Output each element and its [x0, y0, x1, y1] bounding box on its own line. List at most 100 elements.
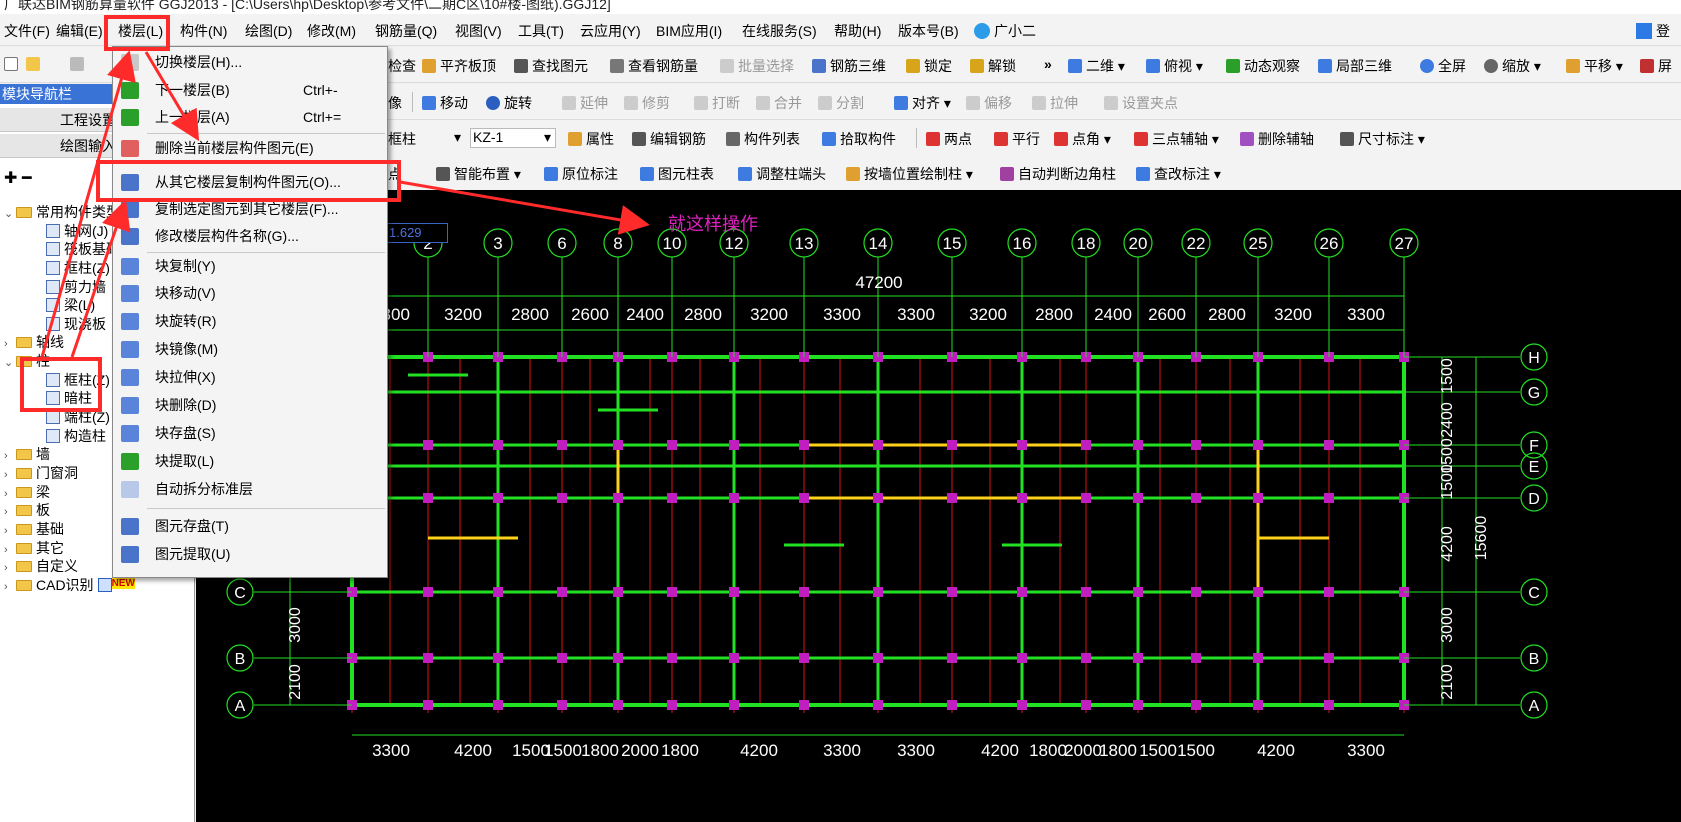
collapse-icon[interactable]: ⌄: [4, 356, 14, 369]
tree-item[interactable]: › CAD识别 NEW: [4, 575, 135, 595]
menu-assistant[interactable]: 广小二: [974, 21, 1036, 41]
adjust-column-end-button[interactable]: 调整柱端头: [738, 164, 826, 184]
tree-item[interactable]: › 板: [4, 500, 50, 520]
menu-item-block-delete[interactable]: 块删除(D): [113, 392, 387, 419]
tree-item[interactable]: › 墙: [4, 444, 50, 464]
menu-item-delete-floor-elements[interactable]: 删除当前楼层构件图元(E): [113, 135, 387, 162]
delete-aux-axis-button[interactable]: 删除辅轴: [1240, 129, 1314, 149]
nav-project-settings[interactable]: 工程设置: [0, 108, 118, 132]
break-button[interactable]: 打断: [694, 93, 740, 113]
lock-button[interactable]: 锁定: [906, 56, 952, 76]
set-grip-button[interactable]: 设置夹点: [1104, 93, 1178, 113]
menu-item-block-move[interactable]: 块移动(V): [113, 280, 387, 307]
zoom-select[interactable]: 缩放 ▾: [1484, 56, 1541, 76]
check-button[interactable]: 检查: [388, 56, 416, 76]
check-label-select[interactable]: 查改标注 ▾: [1136, 164, 1221, 184]
menu-item-rename-floor-component[interactable]: 修改楼层构件名称(G)...: [113, 223, 387, 250]
menu-item-block-copy[interactable]: 块复制(Y): [113, 253, 387, 280]
pick-component-button[interactable]: 拾取构件: [822, 129, 896, 149]
menu-rebar-qty[interactable]: 钢筋量(Q): [375, 21, 437, 41]
properties-button[interactable]: 属性: [568, 129, 614, 149]
menu-online[interactable]: 在线服务(S): [742, 21, 817, 41]
tree-item[interactable]: › 门窗洞: [4, 463, 78, 483]
expand-icon[interactable]: ›: [4, 450, 14, 462]
menu-tools[interactable]: 工具(T): [518, 21, 564, 41]
menu-cloud[interactable]: 云应用(Y): [580, 21, 641, 41]
orbit-button[interactable]: 动态观察: [1226, 56, 1300, 76]
menu-bim[interactable]: BIM应用(I): [656, 21, 722, 41]
move-button[interactable]: 移动: [422, 93, 468, 113]
expand-icon[interactable]: ›: [4, 581, 14, 593]
find-element-button[interactable]: 查找图元: [514, 56, 588, 76]
align-select[interactable]: 对齐 ▾: [894, 93, 951, 113]
floor-plan-drawing[interactable]: 2 3 6 8 10 12 13 14 15 16 18 20 22 25 26 27472003300 320…: [196, 190, 1681, 822]
login-button[interactable]: 登: [1636, 21, 1670, 41]
component-name-select[interactable]: KZ-1 ▾: [470, 128, 556, 148]
edit-rebar-button[interactable]: 编辑钢筋: [632, 129, 706, 149]
view-mode-2d-select[interactable]: 二维 ▾: [1068, 56, 1125, 76]
menu-item-block-extract[interactable]: 块提取(L): [113, 448, 387, 475]
menu-help[interactable]: 帮助(H): [834, 21, 881, 41]
menu-component[interactable]: 构件(N): [180, 21, 227, 41]
tree-item[interactable]: 梁(L): [46, 295, 95, 315]
tree-item[interactable]: 筏板基础: [46, 239, 120, 259]
menu-item-next-floor[interactable]: 下一楼层(B) Ctrl+-: [113, 77, 387, 104]
expand-icon[interactable]: ›: [4, 338, 14, 350]
view-rebar-qty-button[interactable]: 查看钢筋量: [610, 56, 698, 76]
tree-item[interactable]: 剪力墙: [46, 277, 106, 297]
mirror-button[interactable]: 像: [388, 93, 402, 113]
menu-edit[interactable]: 编辑(E): [56, 21, 103, 41]
batch-select-button[interactable]: 批量选择: [720, 56, 794, 76]
menu-modify[interactable]: 修改(M): [307, 21, 356, 41]
merge-button[interactable]: 合并: [756, 93, 802, 113]
tree-item[interactable]: 框柱(Z): [46, 258, 110, 278]
three-point-axis-select[interactable]: 三点辅轴 ▾: [1134, 129, 1219, 149]
menu-item-element-extract[interactable]: 图元提取(U): [113, 541, 387, 568]
collapse-icon[interactable]: ⌄: [4, 207, 14, 220]
trim-button[interactable]: 修剪: [624, 93, 670, 113]
rotate-button[interactable]: 旋转: [486, 93, 532, 113]
column-table-button[interactable]: 图元柱表: [640, 164, 714, 184]
expand-icon[interactable]: ›: [4, 525, 14, 537]
menu-item-block-rotate[interactable]: 块旋转(R): [113, 308, 387, 335]
smart-layout-select[interactable]: 智能布置 ▾: [436, 164, 521, 184]
save-icon[interactable]: [70, 56, 88, 72]
menu-item-block-stretch[interactable]: 块拉伸(X): [113, 364, 387, 391]
tree-item[interactable]: › 轴线: [4, 332, 64, 352]
new-file-icon[interactable]: [4, 56, 22, 72]
tree-item[interactable]: › 梁: [4, 482, 50, 502]
pan-select[interactable]: 平移 ▾: [1566, 56, 1623, 76]
top-view-select[interactable]: 俯视 ▾: [1146, 56, 1203, 76]
local-3d-button[interactable]: 局部三维: [1318, 56, 1392, 76]
parallel-button[interactable]: 平行: [994, 129, 1040, 149]
in-place-label-button[interactable]: 原位标注: [544, 164, 618, 184]
tree-item[interactable]: 构造柱: [46, 426, 106, 446]
point-angle-select[interactable]: 点角 ▾: [1054, 129, 1111, 149]
fullscreen-button[interactable]: 全屏: [1420, 56, 1466, 76]
tree-item[interactable]: 现浇板: [46, 314, 106, 334]
menu-item-block-mirror[interactable]: 块镜像(M): [113, 336, 387, 363]
tree-item[interactable]: › 其它: [4, 538, 64, 558]
menu-item-block-save[interactable]: 块存盘(S): [113, 420, 387, 447]
tree-item[interactable]: 轴网(J): [46, 221, 108, 241]
menu-view[interactable]: 视图(V): [455, 21, 502, 41]
expand-icon[interactable]: ›: [4, 488, 14, 500]
menu-file[interactable]: 文件(F): [4, 21, 50, 41]
component-list-button[interactable]: 构件列表: [726, 129, 800, 149]
toolbar-overflow-icon[interactable]: »: [1044, 56, 1052, 72]
drawing-canvas[interactable]: 2 3 6 8 10 12 13 14 15 16 18 20 22 25 26 27 47200 3300 320…: [196, 190, 1681, 822]
expand-icon[interactable]: ›: [4, 562, 14, 574]
auto-corner-column-button[interactable]: 自动判断边角柱: [1000, 164, 1116, 184]
tree-item[interactable]: ⌄ 常用构件类型: [4, 202, 120, 222]
component-type-select[interactable]: 框柱 ▾: [388, 129, 461, 149]
nav-drawing-input[interactable]: 绘图输入: [0, 134, 118, 158]
screen-button[interactable]: 屏: [1640, 56, 1672, 76]
menu-item-prev-floor[interactable]: 上一楼层(A) Ctrl+=: [113, 104, 387, 131]
menu-item-switch-floor[interactable]: 切换楼层(H)...: [113, 49, 387, 76]
align-slab-top-button[interactable]: 平齐板顶: [422, 56, 496, 76]
expand-all-icon[interactable]: ✚: [4, 170, 17, 187]
unlock-button[interactable]: 解锁: [970, 56, 1016, 76]
two-points-button[interactable]: 两点: [926, 129, 972, 149]
stretch-button[interactable]: 拉伸: [1032, 93, 1078, 113]
collapse-all-icon[interactable]: ━: [22, 170, 32, 187]
